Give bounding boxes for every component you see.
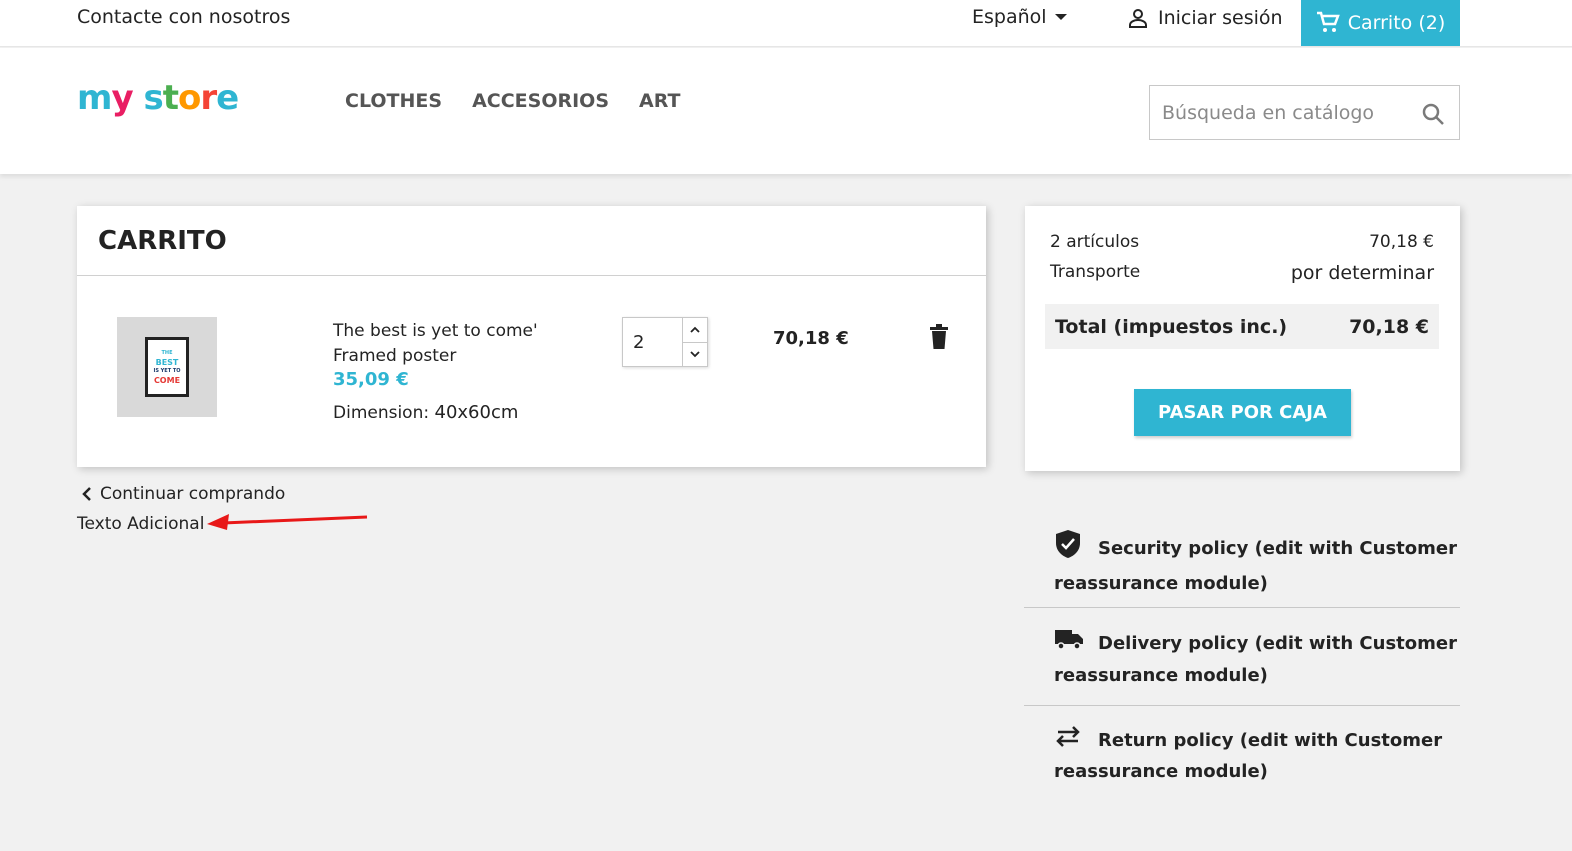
items-row: 2 artículos 70,18 € [1050,232,1434,252]
main-nav: CLOTHES ACCESORIOS ART [345,90,680,112]
nav-item-clothes[interactable]: CLOTHES [345,90,442,112]
search-box [1149,85,1460,140]
reassurance-return: Return policy (edit with Customer reassu… [1024,725,1460,785]
quantity-stepper: 2 [622,317,708,367]
reassurance-text: Delivery policy (edit with Customer reas… [1054,633,1457,686]
search-icon[interactable] [1421,102,1445,126]
product-thumbnail[interactable]: THE BEST IS YET TO COME [117,317,217,417]
items-value: 70,18 € [1369,232,1434,252]
additional-text: Texto Adicional [77,514,205,534]
product-name[interactable]: The best is yet to come' Framed poster [333,319,563,369]
cart-title: CARRITO [98,226,227,256]
chevron-down-icon [690,351,700,358]
trash-icon[interactable] [929,324,949,350]
product-dimension: Dimension: 40x60cm [333,402,518,423]
total-row: Total (impuestos inc.) 70,18 € [1045,304,1439,349]
dimension-value: 40x60cm [434,402,519,423]
cart-label: Carrito (2) [1347,12,1446,34]
quantity-up-button[interactable] [683,318,707,343]
nav-item-art[interactable]: ART [639,90,680,112]
contact-link[interactable]: Contacte con nosotros [77,6,290,28]
cart-icon [1316,11,1340,32]
nav-item-accesorios[interactable]: ACCESORIOS [472,90,609,112]
search-input[interactable] [1162,101,1412,124]
reassurance-text: Security policy (edit with Customer reas… [1054,538,1457,594]
shield-check-icon [1056,530,1080,558]
login-link[interactable]: Iniciar sesión [1126,6,1283,30]
reassurance-delivery: Delivery policy (edit with Customer reas… [1024,627,1460,706]
dimension-label: Dimension: [333,403,430,423]
total-value: 70,18 € [1349,315,1429,338]
shipping-value: por determinar [1290,262,1434,284]
cart-summary: 2 artículos 70,18 € Transporte por deter… [1025,206,1460,471]
checkout-button[interactable]: PASAR POR CAJA [1134,389,1351,436]
continue-shopping-link[interactable]: Continuar comprando [82,484,285,504]
chevron-left-icon [82,487,91,501]
cart-panel: CARRITO THE BEST IS YET TO COME The best… [77,206,986,467]
poster-image: THE BEST IS YET TO COME [145,337,189,397]
reassurance-text: Return policy (edit with Customer reassu… [1054,730,1443,782]
store-logo[interactable]: my store [77,78,239,118]
caret-down-icon [1054,14,1067,20]
site-header: my store CLOTHES ACCESORIOS ART [0,48,1572,174]
items-label: 2 artículos [1050,232,1140,252]
cart-button[interactable]: Carrito (2) [1301,0,1460,46]
continue-label: Continuar comprando [100,484,286,504]
truck-icon [1055,630,1083,650]
quantity-down-button[interactable] [683,343,707,367]
language-label: Español [972,6,1047,28]
shipping-label: Transporte [1050,262,1141,282]
divider [77,275,986,276]
annotation-arrow-icon [207,514,368,530]
product-unit-price: 35,09 € [333,369,409,390]
chevron-up-icon [690,326,700,333]
language-selector[interactable]: Español [972,6,1067,28]
shipping-row: Transporte por determinar [1050,262,1434,284]
reassurance-security: Security policy (edit with Customer reas… [1024,529,1460,608]
login-label: Iniciar sesión [1158,7,1283,29]
quantity-input[interactable]: 2 [623,318,683,366]
swap-arrows-icon [1056,726,1080,747]
top-bar: Contacte con nosotros Español Iniciar se… [0,0,1572,47]
line-total: 70,18 € [773,328,849,349]
user-icon [1129,9,1147,28]
total-label: Total (impuestos inc.) [1055,315,1288,338]
